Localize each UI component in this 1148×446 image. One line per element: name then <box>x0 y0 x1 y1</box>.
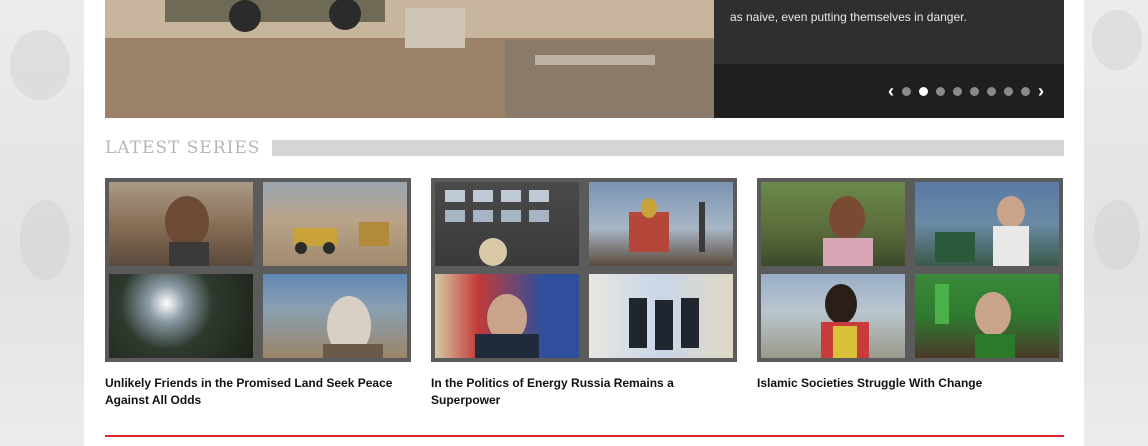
series-title[interactable]: In the Politics of Energy Russia Remains… <box>431 375 737 409</box>
globe-decoration <box>1094 200 1140 270</box>
series-thumbnail-grid[interactable] <box>757 178 1063 362</box>
series-card[interactable]: Islamic Societies Struggle With Change <box>757 178 1063 392</box>
slider-controls: ‹ › <box>888 82 1044 100</box>
series-thumbnail[interactable] <box>589 182 733 266</box>
hero-controls-band: ‹ › <box>714 64 1064 118</box>
hero-caption-panel: as naive, even putting themselves in dan… <box>714 0 1064 118</box>
series-thumbnail[interactable] <box>435 274 579 358</box>
hero-caption-text: as naive, even putting themselves in dan… <box>730 10 967 24</box>
slide-dot-6[interactable] <box>987 86 996 96</box>
series-thumbnail[interactable] <box>589 274 733 358</box>
series-thumbnail[interactable] <box>915 182 1059 266</box>
slide-dot-4[interactable] <box>953 86 962 96</box>
slide-dot-3[interactable] <box>936 86 945 96</box>
globe-decoration <box>10 30 70 100</box>
series-title[interactable]: Unlikely Friends in the Promised Land Se… <box>105 375 411 409</box>
series-thumbnail[interactable] <box>761 182 905 266</box>
series-thumbnail-grid[interactable] <box>431 178 737 362</box>
slide-dot-5[interactable] <box>970 86 979 96</box>
globe-decoration <box>20 200 70 280</box>
series-thumbnail[interactable] <box>263 182 407 266</box>
section-bottom-divider <box>105 435 1064 437</box>
series-thumbnail[interactable] <box>263 274 407 358</box>
series-card[interactable]: Unlikely Friends in the Promised Land Se… <box>105 178 411 409</box>
slide-dot-8[interactable] <box>1021 86 1030 96</box>
section-divider <box>272 140 1064 156</box>
prev-slide-button[interactable]: ‹ <box>888 82 894 100</box>
hero-image[interactable] <box>105 0 714 118</box>
series-thumbnail[interactable] <box>915 274 1059 358</box>
series-thumbnail[interactable] <box>109 182 253 266</box>
background-right-panel <box>1084 0 1148 446</box>
main-content: as naive, even putting themselves in dan… <box>84 0 1084 446</box>
background-left-panel <box>0 0 84 446</box>
latest-series-header: LATEST SERIES <box>105 138 1064 158</box>
series-card[interactable]: In the Politics of Energy Russia Remains… <box>431 178 737 409</box>
series-thumbnail[interactable] <box>761 274 905 358</box>
slide-dot-2[interactable] <box>919 86 928 96</box>
hero-photo-scene <box>105 0 714 118</box>
next-slide-button[interactable]: › <box>1038 82 1044 100</box>
section-title: LATEST SERIES <box>105 138 261 158</box>
series-thumbnail-grid[interactable] <box>105 178 411 362</box>
series-thumbnail[interactable] <box>435 182 579 266</box>
series-title[interactable]: Islamic Societies Struggle With Change <box>757 375 1063 392</box>
slide-dot-1[interactable] <box>902 86 911 96</box>
series-thumbnail[interactable] <box>109 274 253 358</box>
globe-decoration <box>1092 10 1142 70</box>
hero-slider: as naive, even putting themselves in dan… <box>105 0 1064 118</box>
slide-dot-7[interactable] <box>1004 86 1013 96</box>
